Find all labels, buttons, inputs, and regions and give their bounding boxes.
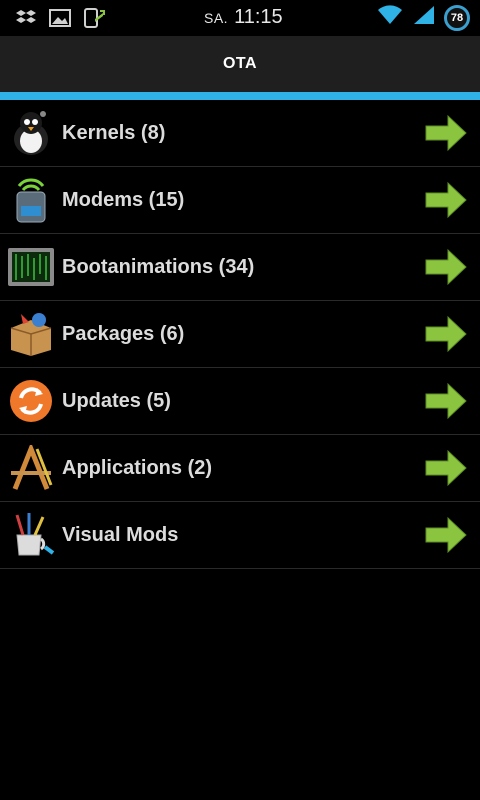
monitor-icon (6, 242, 56, 292)
arrow-right-icon[interactable] (424, 449, 468, 487)
status-bar: SA. 11:15 78 (0, 0, 480, 36)
list-item-label: Bootanimations (34) (62, 255, 255, 278)
day-label: SA. (204, 10, 229, 26)
list-item-label: Kernels (8) (62, 121, 166, 144)
arrow-right-icon[interactable] (424, 516, 468, 554)
signal-icon (412, 4, 436, 31)
list-item-label: Updates (5) (62, 389, 171, 412)
battery-icon: 78 (444, 4, 470, 31)
arrow-right-icon[interactable] (424, 315, 468, 353)
list-item-label: Applications (2) (62, 456, 213, 479)
list-item-label: Visual Mods (62, 523, 179, 546)
list-item-updates[interactable]: Updates (5) (0, 368, 480, 435)
category-list: Kernels (8) Modems (15) Bootanimations (… (0, 100, 480, 569)
wifi-icon (376, 4, 404, 31)
action-bar: OTA (0, 36, 480, 92)
arrow-right-icon[interactable] (424, 248, 468, 286)
arrow-right-icon[interactable] (424, 382, 468, 420)
gallery-icon (48, 7, 72, 29)
clock: SA. 11:15 (204, 6, 283, 32)
penguin-icon (6, 108, 56, 158)
list-item-packages[interactable]: Packages (6) (0, 301, 480, 368)
time-label: 11:15 (234, 6, 283, 28)
page-title: OTA (222, 55, 258, 72)
list-item-applications[interactable]: Applications (2) (0, 435, 480, 502)
brushes-icon (6, 510, 56, 560)
accent-divider (0, 92, 480, 100)
upload-icon (82, 7, 106, 29)
list-item-label: Packages (6) (62, 322, 185, 345)
list-item-label: Modems (15) (62, 188, 185, 211)
battery-level: 78 (450, 11, 464, 24)
modem-icon (6, 175, 56, 225)
dropbox-icon (14, 7, 38, 29)
arrow-right-icon[interactable] (424, 181, 468, 219)
package-icon (6, 309, 56, 359)
list-item-kernels[interactable]: Kernels (8) (0, 100, 480, 167)
refresh-icon (6, 376, 56, 426)
list-item-modems[interactable]: Modems (15) (0, 167, 480, 234)
list-item-bootanimations[interactable]: Bootanimations (34) (0, 234, 480, 301)
applications-icon (6, 443, 56, 493)
arrow-right-icon[interactable] (424, 114, 468, 152)
list-item-visual-mods[interactable]: Visual Mods (0, 502, 480, 569)
